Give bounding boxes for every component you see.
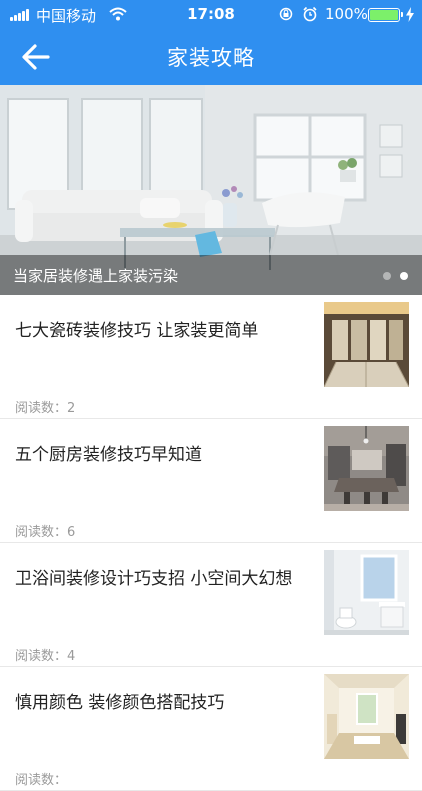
read-count-label: 阅读数： (15, 525, 68, 540)
banner-caption: 当家居装修遇上家装污染 (13, 267, 179, 285)
read-count-label: 阅读数： (15, 401, 68, 416)
article-thumbnail (324, 426, 409, 511)
carousel-indicator (383, 272, 408, 280)
battery-percent: 100% (325, 5, 368, 23)
page-title: 家装攻略 (167, 46, 255, 70)
read-count-value: 6 (67, 525, 76, 540)
article-title: 七大瓷砖装修技巧 让家装更简单 (15, 321, 259, 341)
read-count-value: 4 (67, 649, 76, 664)
article-item[interactable]: 七大瓷砖装修技巧 让家装更简单 阅读数：2 (0, 295, 422, 419)
article-read-count: 阅读数：4 (15, 645, 75, 664)
article-thumbnail (324, 674, 409, 759)
rotation-lock-icon (279, 7, 293, 21)
article-read-count: 阅读数：6 (15, 521, 75, 540)
article-title: 五个厨房装修技巧早知道 (15, 445, 202, 465)
article-read-count: 阅读数：2 (15, 397, 75, 416)
article-item[interactable]: 慎用颜色 装修颜色搭配技巧 阅读数： (0, 667, 422, 791)
battery-icon (368, 8, 403, 22)
article-read-count: 阅读数： (15, 769, 67, 788)
app-header: 中国移动 17:08 100% 家装攻略 (0, 0, 422, 85)
read-count-label: 阅读数： (15, 773, 68, 788)
alarm-icon (303, 6, 317, 22)
read-count-value: 2 (67, 401, 76, 416)
carousel-dot-active[interactable] (400, 272, 408, 280)
article-list: 七大瓷砖装修技巧 让家装更简单 阅读数：2 五个厨房装修技巧早知道 阅读数：6 (0, 295, 422, 791)
banner-carousel[interactable]: 当家居装修遇上家装污染 (0, 85, 422, 295)
charging-bolt-icon (406, 7, 414, 22)
nav-bar: 家装攻略 (0, 30, 422, 85)
article-title: 慎用颜色 装修颜色搭配技巧 (15, 693, 225, 713)
article-title: 卫浴间装修设计巧支招 小空间大幻想 (15, 569, 293, 589)
article-item[interactable]: 卫浴间装修设计巧支招 小空间大幻想 阅读数：4 (0, 543, 422, 667)
article-thumbnail (324, 550, 409, 635)
read-count-label: 阅读数： (15, 649, 68, 664)
status-bar: 中国移动 17:08 100% (0, 0, 422, 30)
article-thumbnail (324, 302, 409, 387)
carousel-dot[interactable] (383, 272, 391, 280)
article-item[interactable]: 五个厨房装修技巧早知道 阅读数：6 (0, 419, 422, 543)
